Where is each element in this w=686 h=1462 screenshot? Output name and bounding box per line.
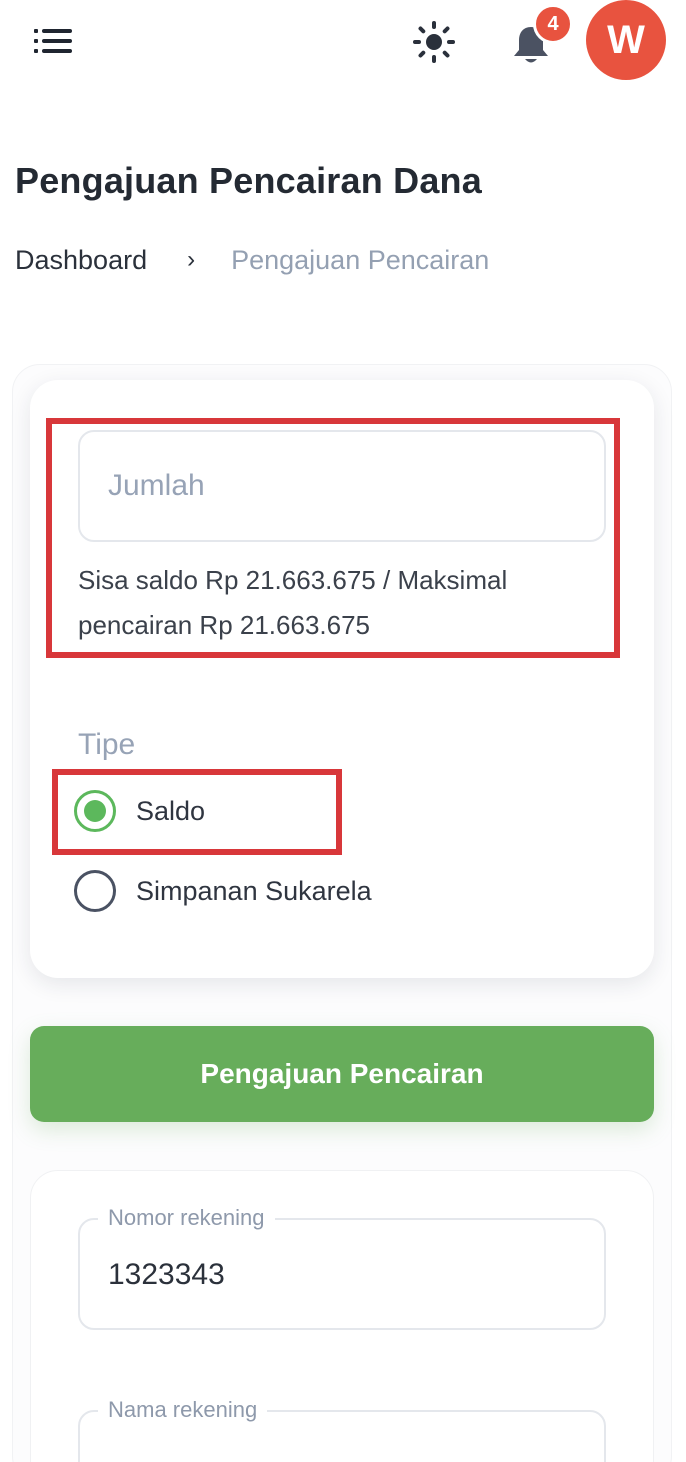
submit-withdrawal-button[interactable]: Pengajuan Pencairan — [30, 1026, 654, 1122]
amount-highlight-box — [46, 418, 620, 658]
radio-label-simpanan-sukarela: Simpanan Sukarela — [136, 875, 372, 906]
radio-unchecked-icon[interactable] — [74, 870, 116, 912]
notification-button[interactable]: 4 — [503, 4, 573, 66]
notification-count-badge: 4 — [533, 4, 573, 44]
breadcrumb-current: Pengajuan Pencairan — [231, 244, 490, 275]
top-bar: 4 W — [0, 0, 686, 84]
page-title: Pengajuan Pencairan Dana — [15, 160, 482, 201]
sun-icon[interactable] — [408, 18, 460, 66]
account-name-field[interactable]: Nama rekening — [78, 1397, 606, 1462]
account-number-value: 1323343 — [108, 1258, 225, 1291]
breadcrumb-dashboard-link[interactable]: Dashboard — [15, 245, 147, 276]
account-name-label: Nama rekening — [98, 1397, 268, 1423]
breadcrumb-chevron-icon: › — [187, 246, 196, 273]
saldo-highlight-box — [52, 769, 342, 855]
user-avatar[interactable]: W — [586, 0, 666, 80]
type-label: Tipe — [78, 728, 136, 761]
account-number-field[interactable]: Nomor rekening 1323343 — [78, 1205, 606, 1330]
radio-option-simpanan-sukarela[interactable]: Simpanan Sukarela — [74, 869, 372, 913]
breadcrumb: Dashboard › Pengajuan Pencairan — [15, 240, 489, 280]
hamburger-menu-icon[interactable] — [30, 24, 76, 58]
account-number-label: Nomor rekening — [98, 1205, 275, 1231]
